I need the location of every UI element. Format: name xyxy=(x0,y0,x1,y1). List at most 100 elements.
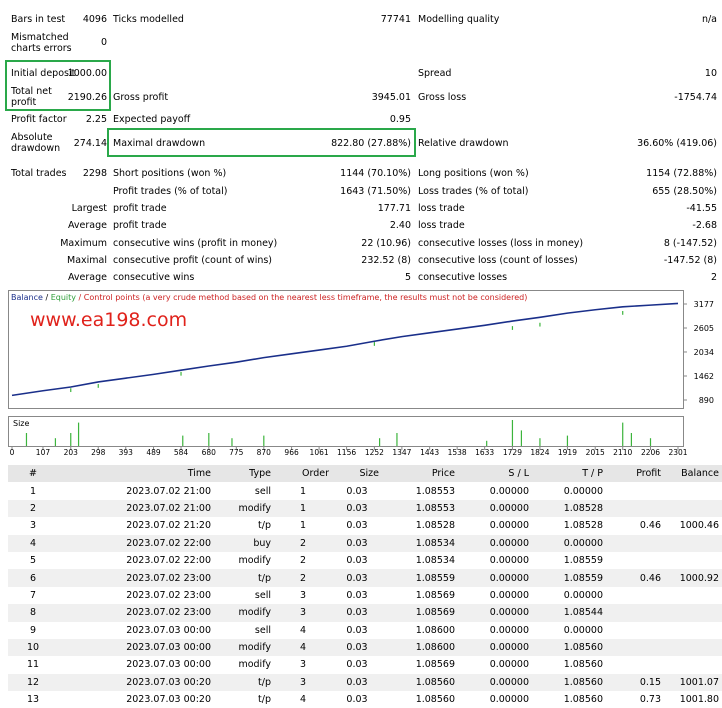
column-header[interactable]: S / L xyxy=(458,465,532,483)
table-cell: 0.03 xyxy=(346,624,368,636)
column-header[interactable]: Balance xyxy=(664,465,722,483)
table-cell xyxy=(664,534,722,552)
table-row[interactable]: 5 2023.07.02 22:00 modify 2 0.03 1.08534 0.000… xyxy=(8,552,722,569)
gross-loss-label: Gross loss xyxy=(418,92,467,103)
table-cell: 1 xyxy=(299,485,307,497)
table-cell xyxy=(664,604,722,622)
table-row[interactable]: 7 2023.07.02 23:00 sell 3 0.03 1.08569 0.00000… xyxy=(8,587,722,604)
table-cell xyxy=(606,656,664,673)
table-cell: 0.03 xyxy=(332,604,382,622)
table-cell xyxy=(606,604,664,622)
table-cell: modify xyxy=(214,604,274,622)
table-row[interactable]: 11 2023.07.03 00:00 modify 3 0.03 1.08569 0.00… xyxy=(8,656,722,673)
table-cell: 0.00000 xyxy=(489,624,529,636)
short-positions-value: 1144 (70.10%) xyxy=(340,168,411,179)
relative-drawdown-label: Relative drawdown xyxy=(418,138,509,149)
table-cell xyxy=(664,622,722,639)
table-cell: 2 xyxy=(299,555,307,567)
column-header[interactable]: # xyxy=(8,465,58,483)
x-tick-label: 775 xyxy=(229,448,244,455)
table-cell xyxy=(664,499,722,518)
table-cell: 3 xyxy=(274,604,332,622)
table-row[interactable]: 2 2023.07.02 21:00 modify 1 0.03 1.08553 0.000… xyxy=(8,499,722,518)
avg-consecutive-losses-value: 2 xyxy=(710,272,717,283)
table-cell: 2023.07.03 00:00 xyxy=(126,624,211,636)
column-header[interactable]: Price xyxy=(382,465,458,483)
column-header[interactable]: T / P xyxy=(532,465,606,483)
table-cell: 1.08534 xyxy=(382,534,458,552)
table-cell xyxy=(606,534,664,552)
table-row[interactable]: 6 2023.07.02 23:00 t/p 2 0.03 1.08559 0.00000 1… xyxy=(8,569,722,587)
average-consecutive-label: Average xyxy=(67,272,107,283)
table-cell: 2023.07.03 00:20 xyxy=(126,694,211,706)
x-tick-label: 1729 xyxy=(503,448,522,455)
table-cell: 1.08560 xyxy=(532,673,606,692)
table-cell: 4 xyxy=(299,624,307,636)
long-positions-value: 1154 (72.88%) xyxy=(646,168,717,179)
mismatched-value: 0 xyxy=(100,37,107,48)
table-cell: 1.08528 xyxy=(532,499,606,518)
largest-loss-label: loss trade xyxy=(418,203,465,214)
table-cell: 0.00000 xyxy=(489,520,529,532)
table-cell: 0.00000 xyxy=(563,589,603,601)
column-header[interactable]: Order xyxy=(274,465,332,483)
table-cell: 5 xyxy=(29,555,37,567)
table-cell: 1.08600 xyxy=(382,638,458,657)
table-cell: 8 xyxy=(8,604,58,622)
average-profit-value: 2.40 xyxy=(389,220,411,231)
table-cell: sell xyxy=(254,624,271,636)
table-cell: sell xyxy=(254,485,271,497)
x-tick-label: 203 xyxy=(64,448,79,455)
column-header[interactable]: Type xyxy=(214,465,274,483)
table-cell: 1.08534 xyxy=(415,555,455,567)
table-cell xyxy=(606,638,664,657)
table-row[interactable]: 8 2023.07.02 23:00 modify 3 0.03 1.08569 0.000… xyxy=(8,604,722,622)
average-loss-value: -2.68 xyxy=(692,220,717,231)
average-profit-label: profit trade xyxy=(113,220,167,231)
profit-factor-value: 2.25 xyxy=(85,114,107,125)
table-cell: modify xyxy=(214,499,274,518)
table-cell: 0.00000 xyxy=(458,499,532,518)
y-tick-label: 3177 xyxy=(694,300,714,309)
table-row[interactable]: 10 2023.07.03 00:00 modify 4 0.03 1.08600 0.00… xyxy=(8,638,722,657)
x-tick-label: 489 xyxy=(146,448,161,455)
loss-trades-label: Loss trades (% of total) xyxy=(418,186,529,197)
table-cell: 2023.07.02 23:00 xyxy=(126,589,211,601)
table-row[interactable]: 3 2023.07.02 21:20 t/p 1 0.03 1.08528 0.00000 1… xyxy=(8,517,722,534)
table-row[interactable]: 13 2023.07.03 00:20 t/p 4 0.03 1.08560 0.00000… xyxy=(8,691,722,708)
table-cell: 11 xyxy=(26,659,40,671)
table-cell: 0.03 xyxy=(346,659,368,671)
table-row[interactable]: 1 2023.07.02 21:00 sell 1 0.03 1.08553 0.00000… xyxy=(8,482,722,499)
size-plot-frame xyxy=(8,416,684,447)
table-row[interactable]: 4 2023.07.02 22:00 buy 2 0.03 1.08534 0.00000 0… xyxy=(8,534,722,552)
table-cell: 9 xyxy=(29,624,37,636)
table-row[interactable]: 9 2023.07.03 00:00 sell 4 0.03 1.08600 0.00000… xyxy=(8,622,722,639)
absolute-drawdown-value: 274.14 xyxy=(73,138,107,149)
profit-factor-label: Profit factor xyxy=(11,114,67,125)
table-cell: 0.46 xyxy=(639,520,661,532)
column-header[interactable]: Time xyxy=(58,465,214,483)
x-tick-label: 0 xyxy=(10,448,15,455)
table-row[interactable]: 12 2023.07.03 00:20 t/p 3 0.03 1.08560 0.00000… xyxy=(8,673,722,692)
trades-table: # Time Type Order Size Price S / LT / P Profit B… xyxy=(8,465,722,708)
table-cell: 0.03 xyxy=(332,499,382,518)
column-header[interactable]: Size xyxy=(332,465,382,483)
bars-in-test-value: 4096 xyxy=(82,14,107,25)
table-cell: t/p xyxy=(214,569,274,587)
profit-trades-label: Profit trades (% of total) xyxy=(113,186,228,197)
table-cell: 12 xyxy=(8,673,58,692)
table-cell: 1.08528 xyxy=(415,520,455,532)
avg-consecutive-wins-value: 5 xyxy=(404,272,411,283)
expected-payoff-value: 0.95 xyxy=(389,114,411,125)
table-cell xyxy=(664,552,722,569)
table-cell xyxy=(606,499,664,518)
table-cell: 1 xyxy=(274,499,332,518)
table-cell: 0.03 xyxy=(332,673,382,692)
table-cell: 1000.92 xyxy=(664,569,722,587)
table-cell: 2023.07.02 21:00 xyxy=(126,485,211,497)
table-cell: modify xyxy=(214,638,274,657)
column-header[interactable]: Profit xyxy=(606,465,664,483)
table-cell: 1001.80 xyxy=(679,694,719,706)
y-tick-label: 890 xyxy=(699,396,714,405)
y-tick-label: 2034 xyxy=(694,348,714,357)
